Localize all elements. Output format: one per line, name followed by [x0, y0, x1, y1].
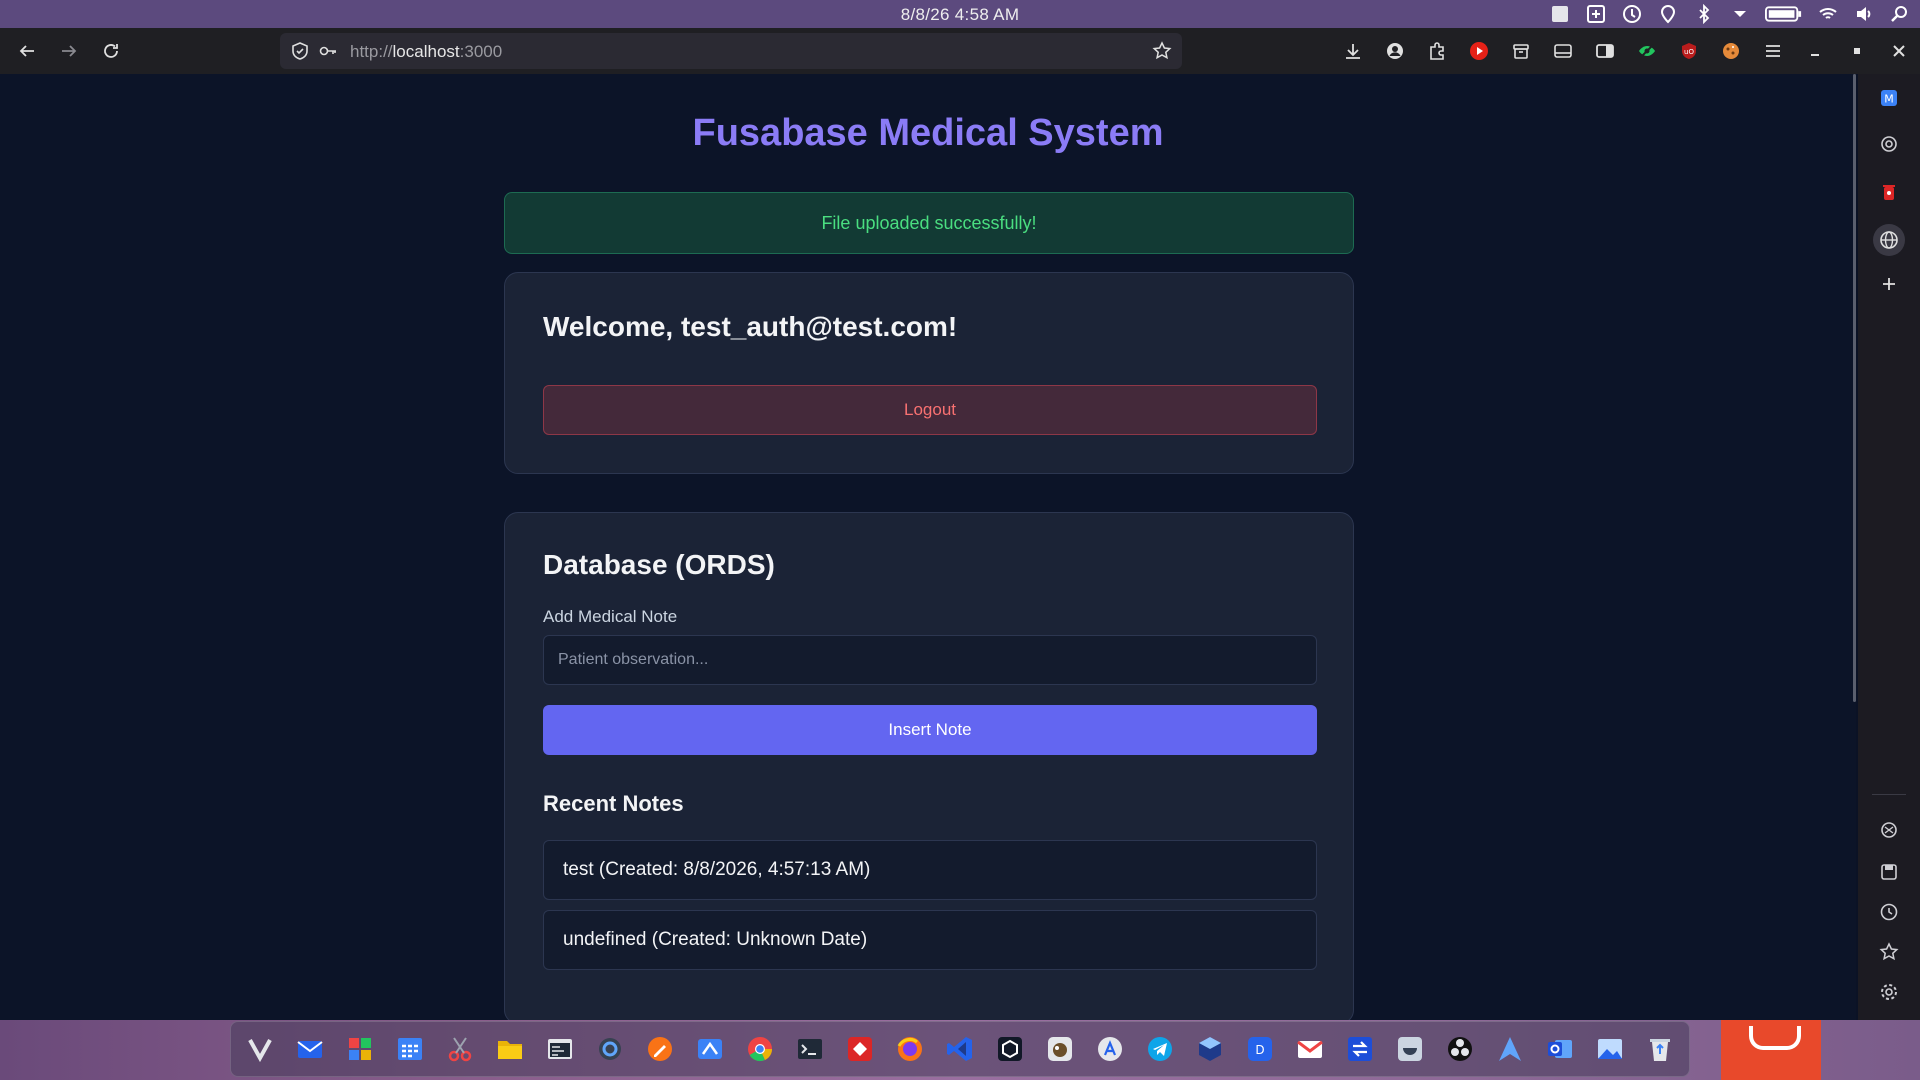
note-input-label: Add Medical Note [543, 607, 678, 626]
orange-corner-app-icon[interactable] [1721, 1020, 1821, 1080]
system-top-bar: 8/8/26 4:58 AM [0, 0, 1920, 28]
app-store-icon[interactable] [1089, 1028, 1131, 1070]
volume-icon[interactable] [1852, 3, 1876, 25]
sidebar-divider [1872, 794, 1906, 795]
archive-icon[interactable] [1500, 36, 1542, 66]
files-icon[interactable] [489, 1028, 531, 1070]
logout-button[interactable]: Logout [543, 385, 1317, 435]
screen-share-icon[interactable] [1584, 3, 1608, 25]
taskbar-dock: D [230, 1021, 1690, 1077]
svg-text:uO: uO [1684, 48, 1694, 56]
bookmark-star-icon[interactable] [1152, 41, 1172, 61]
telegram-icon[interactable] [1139, 1028, 1181, 1070]
cookie-icon[interactable] [1710, 36, 1752, 66]
vscode-icon[interactable] [939, 1028, 981, 1070]
wifi-icon[interactable] [1816, 3, 1840, 25]
minimize-icon[interactable] [1794, 36, 1836, 66]
menu-icon[interactable] [1752, 36, 1794, 66]
arch-icon[interactable] [1489, 1028, 1531, 1070]
ublock-icon[interactable]: uO [1668, 36, 1710, 66]
browser-toolbar: http://localhost:3000 uO [0, 28, 1920, 74]
page-scrollbar[interactable] [1853, 74, 1856, 702]
terminal-icon[interactable] [789, 1028, 831, 1070]
virtualbox-icon[interactable] [1189, 1028, 1231, 1070]
bluetooth-icon[interactable] [1692, 3, 1716, 25]
office-icon[interactable] [339, 1028, 381, 1070]
history-icon[interactable] [1873, 896, 1905, 928]
forward-button[interactable] [54, 36, 84, 66]
app-square-icon[interactable] [1548, 3, 1572, 25]
box-icon[interactable] [989, 1028, 1031, 1070]
shield-icon[interactable] [290, 41, 310, 61]
success-alert: File uploaded successfully! [504, 192, 1354, 254]
url-text[interactable]: http://localhost:3000 [350, 42, 502, 62]
youtube-icon[interactable] [1458, 36, 1500, 66]
medical-note-input[interactable] [543, 635, 1317, 685]
back-button[interactable] [12, 36, 42, 66]
welcome-heading: Welcome, test_auth@test.com! [543, 311, 958, 342]
monitor-icon[interactable] [1389, 1028, 1431, 1070]
firefox-icon[interactable] [889, 1028, 931, 1070]
settings-icon[interactable] [1873, 976, 1905, 1008]
recent-notes-heading: Recent Notes [543, 791, 684, 816]
chrome-icon[interactable] [739, 1028, 781, 1070]
location-icon[interactable] [1656, 3, 1680, 25]
task-manager-icon[interactable] [539, 1028, 581, 1070]
recycle-bin-icon[interactable] [1639, 1028, 1681, 1070]
photos-icon[interactable] [1589, 1028, 1631, 1070]
dropdown-icon[interactable] [1728, 3, 1752, 25]
welcome-card: Welcome, test_auth@test.com! Logout [504, 272, 1354, 474]
gimp-icon[interactable] [1039, 1028, 1081, 1070]
system-clock[interactable]: 8/8/26 4:58 AM [901, 5, 1020, 25]
page-viewport: Fusabase Medical System File uploaded su… [0, 74, 1856, 1020]
insert-note-button[interactable]: Insert Note [543, 705, 1317, 755]
svg-text:D: D [1255, 1043, 1264, 1057]
close-icon[interactable] [1878, 36, 1920, 66]
battery-icon[interactable] [1764, 3, 1804, 25]
gmail-icon[interactable] [1289, 1028, 1331, 1070]
calendar-icon[interactable] [389, 1028, 431, 1070]
note-item: test (Created: 8/8/2026, 4:57:13 AM) [543, 840, 1317, 900]
browser-sidebar: M [1858, 74, 1920, 1020]
transfer-icon[interactable] [1339, 1028, 1381, 1070]
dbeaver-icon[interactable]: D [1239, 1028, 1281, 1070]
system-tray [1548, 2, 1912, 26]
reader-icon[interactable] [1584, 36, 1626, 66]
vivaldi-icon[interactable] [239, 1028, 281, 1070]
anydesk-icon[interactable] [839, 1028, 881, 1070]
note-item: undefined (Created: Unknown Date) [543, 910, 1317, 970]
settings-gear-icon[interactable] [589, 1028, 631, 1070]
sidebar-icon[interactable] [1542, 36, 1584, 66]
bookmark-icon[interactable] [1873, 936, 1905, 968]
download-icon[interactable] [1332, 36, 1374, 66]
eye-icon[interactable] [1626, 36, 1668, 66]
toolbar-right-icons: uO [1332, 36, 1920, 66]
extensions-icon[interactable] [1416, 36, 1458, 66]
maximize-icon[interactable] [1836, 36, 1878, 66]
save-icon[interactable] [1873, 856, 1905, 888]
key-icon[interactable] [318, 41, 338, 61]
page-title: Fusabase Medical System [692, 112, 1164, 154]
plus-icon[interactable] [1873, 268, 1905, 300]
mail-icon[interactable] [289, 1028, 331, 1070]
account-icon[interactable] [1374, 36, 1416, 66]
globe-icon[interactable] [1873, 224, 1905, 256]
m-app-icon[interactable]: M [1873, 82, 1905, 114]
svg-text:M: M [1884, 93, 1894, 106]
url-bar[interactable]: http://localhost:3000 [280, 33, 1182, 69]
remote-desktop-icon[interactable] [689, 1028, 731, 1070]
openai-icon[interactable] [1873, 814, 1905, 846]
pen-icon[interactable] [639, 1028, 681, 1070]
scissors-icon[interactable] [439, 1028, 481, 1070]
update-icon[interactable] [1620, 3, 1644, 25]
search-icon[interactable] [1888, 3, 1912, 25]
chatgpt-icon[interactable] [1873, 128, 1905, 160]
obs-icon[interactable] [1439, 1028, 1481, 1070]
trash-app-icon[interactable] [1873, 176, 1905, 208]
database-card: Database (ORDS) Add Medical Note Insert … [504, 512, 1354, 1020]
reload-button[interactable] [96, 36, 126, 66]
outlook-icon[interactable] [1539, 1028, 1581, 1070]
database-heading: Database (ORDS) [543, 549, 775, 580]
